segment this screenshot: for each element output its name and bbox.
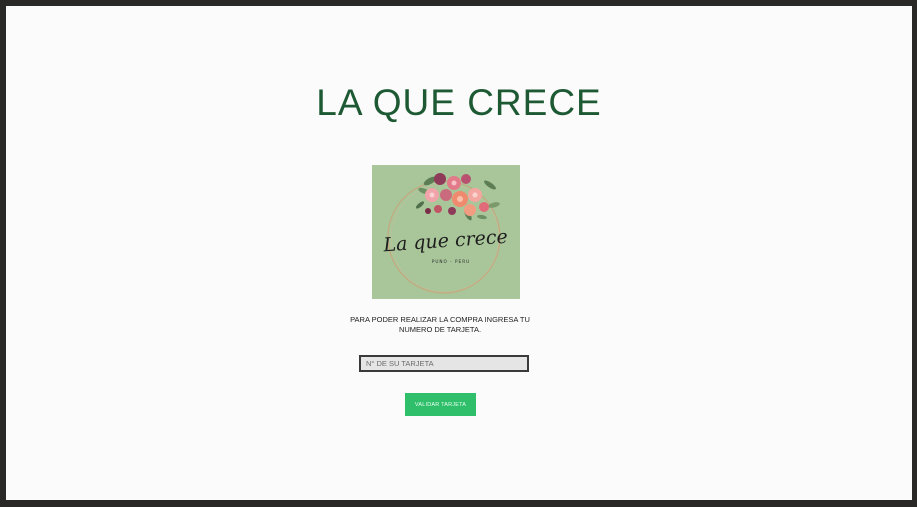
page-canvas: LA QUE CRECE La que crece PUNO - PERU PA… [6, 6, 912, 500]
card-number-input[interactable] [359, 355, 529, 372]
logo-script-text: La que crece [382, 226, 509, 257]
page-title: LA QUE CRECE [316, 82, 602, 123]
brand-logo: La que crece PUNO - PERU [372, 165, 520, 299]
purchase-instructions: PARA PODER REALIZAR LA COMPRA INGRESA TU… [350, 315, 530, 334]
validate-card-button[interactable]: VALIDAR TARJETA [405, 393, 476, 416]
logo-subtext: PUNO - PERU [432, 259, 470, 264]
